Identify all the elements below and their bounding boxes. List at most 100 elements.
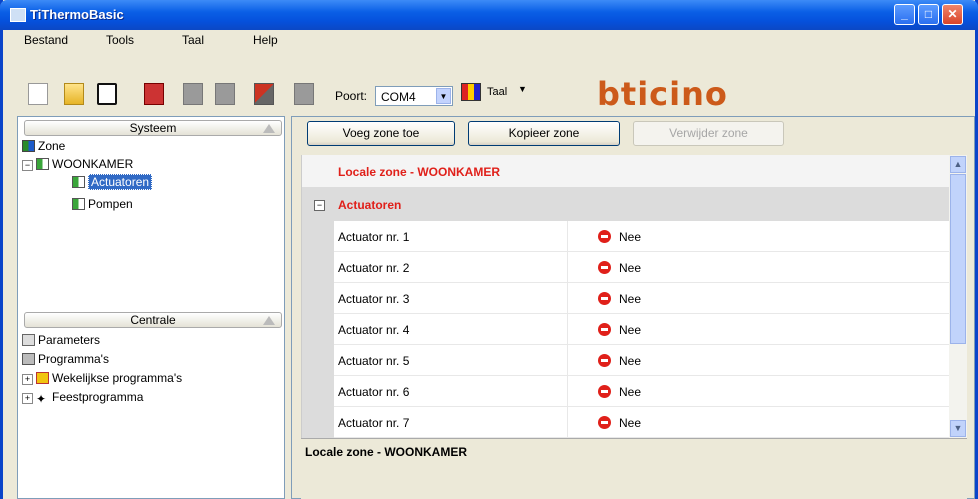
menu-bar: Bestand Tools Taal Help bbox=[3, 30, 975, 50]
actuator-value[interactable]: Nee bbox=[598, 416, 641, 430]
tree-wekelijkse[interactable]: + Wekelijkse programma's bbox=[22, 371, 182, 385]
maximize-button[interactable]: □ bbox=[918, 4, 939, 25]
description-panel: Locale zone - WOONKAMER bbox=[301, 438, 967, 499]
table-row[interactable]: Actuator nr. 3 Nee bbox=[302, 283, 950, 314]
stop-icon bbox=[598, 385, 611, 398]
stop-icon bbox=[598, 261, 611, 274]
taal-label[interactable]: Taal bbox=[487, 86, 507, 98]
title-bar[interactable]: TiThermoBasic _ □ ✕ bbox=[0, 0, 978, 30]
table-row[interactable]: Actuator nr. 1 Nee bbox=[302, 221, 950, 252]
collapse-tree-icon[interactable]: − bbox=[22, 160, 33, 171]
vertical-scrollbar[interactable]: ▲ ▼ bbox=[949, 155, 967, 438]
app-icon bbox=[10, 8, 26, 22]
tree-zone-label: Zone bbox=[38, 139, 66, 153]
tree-pompen[interactable]: Pompen bbox=[72, 197, 133, 211]
actuator-name: Actuator nr. 7 bbox=[338, 416, 410, 430]
actuator-name: Actuator nr. 4 bbox=[338, 323, 410, 337]
property-grid: Locale zone - WOONKAMER − Actuatoren Act… bbox=[301, 155, 950, 438]
row-gutter bbox=[302, 221, 334, 252]
actuator-value-label: Nee bbox=[619, 292, 642, 306]
collapse-section-icon[interactable]: − bbox=[314, 200, 325, 211]
actuator-name: Actuator nr. 6 bbox=[338, 385, 410, 399]
write-icon[interactable] bbox=[254, 83, 274, 105]
tree-programmas-label: Programma's bbox=[38, 352, 109, 366]
section-title: Actuatoren bbox=[338, 198, 402, 212]
systeem-header[interactable]: Systeem bbox=[24, 120, 282, 136]
menu-help[interactable]: Help bbox=[253, 33, 278, 47]
grid-title-row: Locale zone - WOONKAMER bbox=[302, 155, 950, 187]
settings-icon[interactable] bbox=[294, 83, 314, 105]
actuator-value[interactable]: Nee bbox=[598, 323, 641, 337]
centrale-header-label: Centrale bbox=[130, 313, 176, 327]
actuator-value[interactable]: Nee bbox=[598, 292, 641, 306]
stop-icon bbox=[598, 354, 611, 367]
scroll-up-icon[interactable]: ▲ bbox=[950, 156, 966, 173]
actuator-value[interactable]: Nee bbox=[598, 261, 641, 275]
delete-zone-button[interactable]: Verwijder zone bbox=[633, 121, 784, 146]
minimize-button[interactable]: _ bbox=[894, 4, 915, 25]
row-gutter bbox=[302, 252, 334, 283]
row-gutter bbox=[302, 345, 334, 376]
language-flag-icon bbox=[461, 83, 481, 101]
tree-feest[interactable]: + ✦ Feestprogramma bbox=[22, 390, 144, 406]
actuator-value[interactable]: Nee bbox=[598, 230, 641, 244]
actuator-value[interactable]: Nee bbox=[598, 385, 641, 399]
tree-woonkamer[interactable]: − WOONKAMER bbox=[22, 157, 133, 171]
tree-zone[interactable]: Zone bbox=[22, 139, 65, 153]
delete-icon[interactable] bbox=[144, 83, 164, 105]
row-gutter bbox=[302, 283, 334, 314]
close-button[interactable]: ✕ bbox=[942, 4, 963, 25]
flag-icon-1[interactable] bbox=[183, 83, 203, 105]
programs-icon bbox=[22, 353, 35, 365]
column-divider bbox=[567, 376, 568, 407]
actuator-icon bbox=[72, 176, 85, 188]
table-row[interactable]: Actuator nr. 5 Nee bbox=[302, 345, 950, 376]
section-actuatoren[interactable]: − Actuatoren bbox=[302, 187, 950, 221]
flag-icon-2[interactable] bbox=[215, 83, 235, 105]
poort-label: Poort: bbox=[335, 89, 368, 103]
menu-taal[interactable]: Taal bbox=[182, 33, 204, 47]
add-zone-button[interactable]: Voeg zone toe bbox=[307, 121, 455, 146]
menu-tools[interactable]: Tools bbox=[106, 33, 134, 47]
tree-actuatoren-label: Actuatoren bbox=[88, 174, 153, 190]
menu-bestand[interactable]: Bestand bbox=[24, 33, 68, 47]
actuator-value-label: Nee bbox=[619, 261, 642, 275]
tree-feest-label: Feestprogramma bbox=[52, 390, 144, 404]
poort-select[interactable]: COM4 ▼ bbox=[375, 86, 453, 106]
actuator-value[interactable]: Nee bbox=[598, 354, 641, 368]
tree-actuatoren[interactable]: Actuatoren bbox=[72, 174, 153, 190]
row-gutter bbox=[302, 376, 334, 407]
column-divider bbox=[567, 252, 568, 283]
stop-icon bbox=[598, 323, 611, 336]
table-row[interactable]: Actuator nr. 6 Nee bbox=[302, 376, 950, 407]
scroll-down-icon[interactable]: ▼ bbox=[950, 420, 966, 437]
actuator-value-label: Nee bbox=[619, 323, 642, 337]
actuator-name: Actuator nr. 1 bbox=[338, 230, 410, 244]
taal-dropdown-icon[interactable]: ▼ bbox=[518, 84, 527, 94]
column-divider bbox=[567, 407, 568, 438]
expand-tree-icon[interactable]: + bbox=[22, 374, 33, 385]
new-icon[interactable] bbox=[28, 83, 48, 105]
collapse-icon[interactable] bbox=[263, 316, 275, 325]
table-row[interactable]: Actuator nr. 7 Nee bbox=[302, 407, 950, 438]
column-divider bbox=[567, 221, 568, 252]
table-row[interactable]: Actuator nr. 4 Nee bbox=[302, 314, 950, 345]
calendar-icon bbox=[36, 372, 49, 384]
stop-icon bbox=[598, 230, 611, 243]
chevron-down-icon[interactable]: ▼ bbox=[436, 88, 451, 104]
copy-zone-button[interactable]: Kopieer zone bbox=[468, 121, 620, 146]
grid-title: Locale zone - WOONKAMER bbox=[338, 165, 501, 179]
open-folder-icon[interactable] bbox=[64, 83, 84, 105]
tree-parameters[interactable]: Parameters bbox=[22, 333, 100, 347]
zone-icon bbox=[22, 140, 35, 152]
centrale-header[interactable]: Centrale bbox=[24, 312, 282, 328]
collapse-icon[interactable] bbox=[263, 124, 275, 133]
save-icon[interactable] bbox=[97, 83, 117, 105]
tree-programmas[interactable]: Programma's bbox=[22, 352, 109, 366]
app-window: TiThermoBasic _ □ ✕ Bestand Tools Taal H… bbox=[0, 0, 978, 499]
stop-icon bbox=[598, 292, 611, 305]
pump-icon bbox=[72, 198, 85, 210]
scroll-thumb[interactable] bbox=[950, 174, 966, 344]
table-row[interactable]: Actuator nr. 2 Nee bbox=[302, 252, 950, 283]
expand-tree-icon[interactable]: + bbox=[22, 393, 33, 404]
